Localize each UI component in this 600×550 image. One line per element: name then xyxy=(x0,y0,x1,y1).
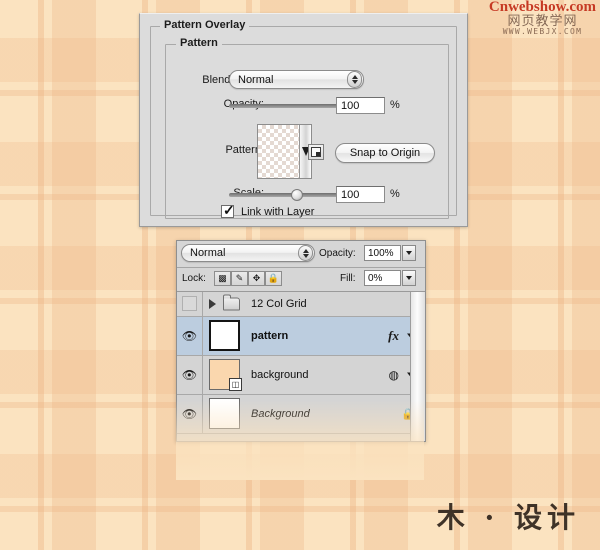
eye-icon[interactable]: 👁 xyxy=(182,369,197,381)
layer-visibility-cell[interactable]: 👁 xyxy=(177,317,203,355)
layers-blend-row: Normal Opacity: 100% xyxy=(177,241,425,268)
lock-all-button[interactable]: 🔒 xyxy=(265,271,282,286)
watermark-top: Cnwebshow.com 网页教学网 WWW.WEBJX.COM xyxy=(489,0,596,36)
triangle-right-icon[interactable] xyxy=(209,299,216,309)
watermark-bottom-signature: 木 · 设计 xyxy=(436,501,580,534)
pattern-group-label: Pattern xyxy=(176,37,222,49)
blend-mode-stepper-arrows-icon[interactable] xyxy=(347,71,362,88)
layers-lock-row: Lock: ▩ ✎ ✥ 🔒 Fill: 0% xyxy=(177,268,425,292)
layer-row-background[interactable]: 👁 ◫ background ◍ xyxy=(177,356,425,395)
link-with-layer-checkbox[interactable]: ✓ xyxy=(221,202,235,218)
smart-object-badge-icon: ◫ xyxy=(229,378,242,391)
layer-visibility-cell[interactable] xyxy=(177,292,203,316)
checkmark-icon: ✓ xyxy=(223,202,235,218)
layers-opacity-label: Opacity: xyxy=(319,248,356,259)
checkerboard-icon: ▩ xyxy=(218,273,227,283)
fill-label: Fill: xyxy=(340,273,356,284)
layers-blend-stepper-arrows-icon[interactable] xyxy=(298,245,313,261)
brush-icon: ✎ xyxy=(235,273,244,283)
blend-mode-select[interactable]: Normal xyxy=(229,70,364,89)
lock-transparent-pixels-button[interactable]: ▩ xyxy=(214,271,231,286)
smart-object-icon[interactable]: ◍ xyxy=(389,368,399,382)
layer-thumbnail[interactable] xyxy=(209,320,240,351)
layer-visibility-off-icon[interactable] xyxy=(182,296,197,311)
scale-slider-knob[interactable] xyxy=(291,189,303,201)
link-with-layer-label: Link with Layer xyxy=(241,206,315,218)
snap-to-origin-button[interactable]: Snap to Origin xyxy=(335,143,435,163)
scale-input[interactable]: 100 xyxy=(336,186,385,203)
scale-percent-sign: % xyxy=(390,188,400,200)
opacity-percent-sign: % xyxy=(390,99,400,111)
pattern-overlay-dialog: Pattern Overlay Pattern Blend Mode: Norm… xyxy=(139,13,468,227)
layers-opacity-dropdown-icon[interactable] xyxy=(402,245,416,261)
pattern-label: Pattern: xyxy=(225,144,264,156)
layers-panel: Normal Opacity: 100% Lock: ▩ ✎ ✥ 🔒 Fill:… xyxy=(176,240,426,442)
watermark-url: WWW.WEBJX.COM xyxy=(502,27,583,36)
fill-input[interactable]: 0% xyxy=(364,270,401,286)
layer-row-background-locked[interactable]: 👁 Background 🔒 xyxy=(177,395,425,434)
layer-row-group-12-col-grid[interactable]: 12 Col Grid xyxy=(177,292,425,317)
layer-name: 12 Col Grid xyxy=(251,298,307,310)
lock-icon: 🔒 xyxy=(267,273,280,283)
layer-effects-fx-icon[interactable]: fx xyxy=(388,328,399,344)
layers-blend-mode-value: Normal xyxy=(190,247,226,259)
fill-dropdown-icon[interactable] xyxy=(402,270,416,286)
opacity-input[interactable]: 100 xyxy=(336,97,385,114)
layers-blend-mode-select[interactable]: Normal xyxy=(181,244,315,262)
watermark-chinese-name: 网页教学网 xyxy=(507,13,578,28)
lock-image-pixels-button[interactable]: ✎ xyxy=(231,271,248,286)
pattern-overlay-group-label: Pattern Overlay xyxy=(160,19,250,31)
new-preset-button[interactable] xyxy=(308,144,324,160)
eye-icon[interactable]: 👁 xyxy=(182,408,197,420)
move-cross-icon: ✥ xyxy=(252,273,261,283)
new-preset-icon xyxy=(311,147,321,157)
layers-scrollbar[interactable] xyxy=(410,292,425,441)
layer-name: pattern xyxy=(251,330,289,342)
layer-name: Background xyxy=(251,408,310,420)
layer-thumbnail[interactable] xyxy=(209,398,240,429)
layer-name: background xyxy=(251,369,309,381)
layers-opacity-input[interactable]: 100% xyxy=(364,245,401,261)
folder-icon xyxy=(223,294,240,311)
pattern-swatch-picker[interactable] xyxy=(257,124,312,179)
layer-visibility-cell[interactable]: 👁 xyxy=(177,395,203,433)
eye-icon[interactable]: 👁 xyxy=(182,330,197,342)
lock-label: Lock: xyxy=(182,273,206,284)
layer-visibility-cell[interactable]: 👁 xyxy=(177,356,203,394)
lock-position-button[interactable]: ✥ xyxy=(248,271,265,286)
layer-row-pattern[interactable]: 👁 pattern fx xyxy=(177,317,425,356)
blend-mode-value: Normal xyxy=(238,73,274,86)
